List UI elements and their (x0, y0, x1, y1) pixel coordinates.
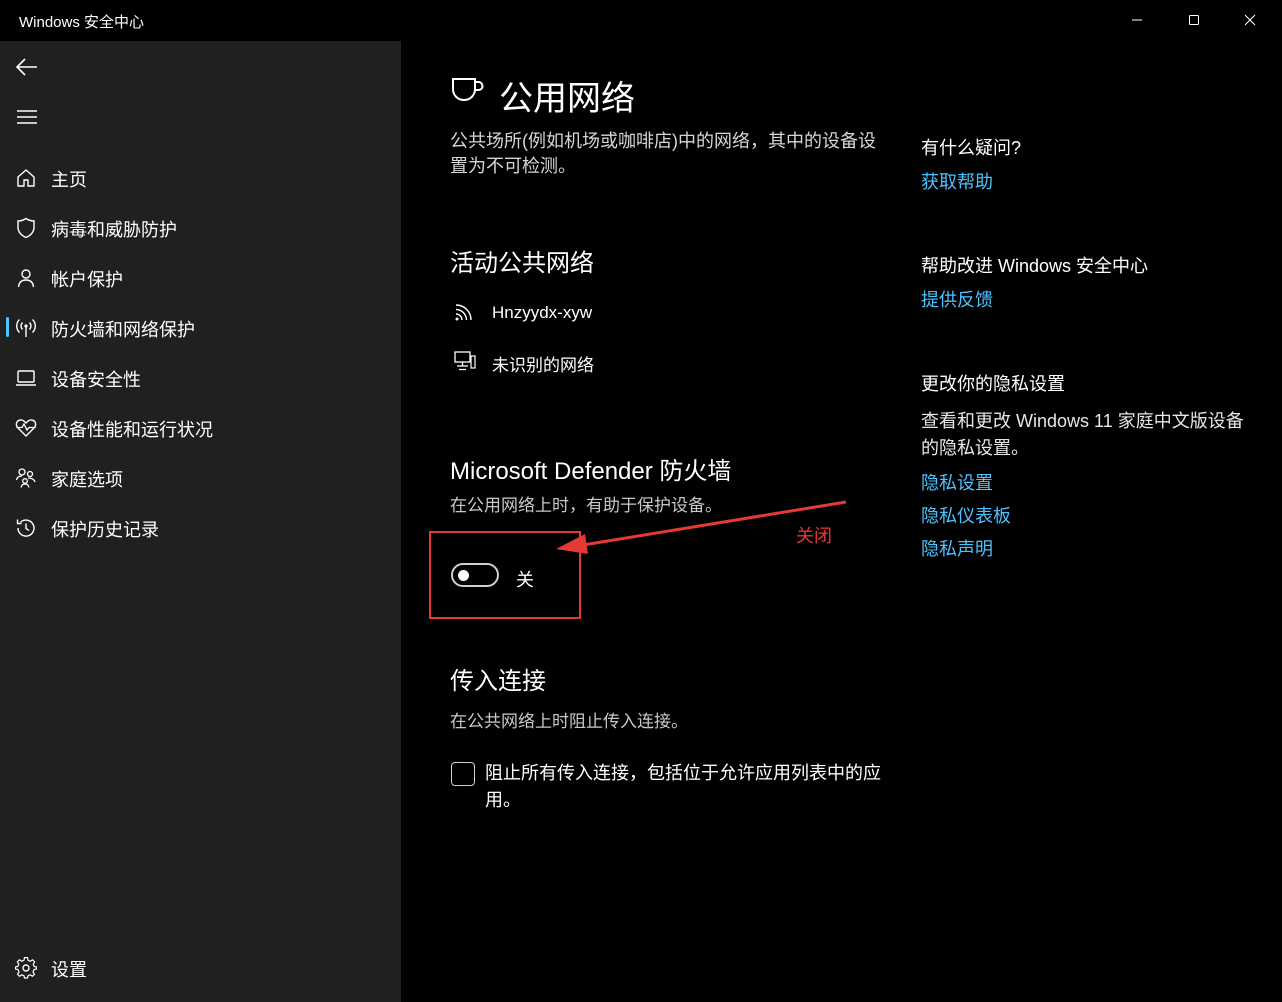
annotation-highlight-box (429, 531, 581, 619)
firewall-subtitle: 在公用网络上时，有助于保护设备。 (450, 496, 722, 515)
sidebar-item-virus-protection[interactable]: 病毒和威胁防护 (0, 207, 401, 247)
sidebar-item-label: 主页 (51, 170, 87, 190)
privacy-statement-link[interactable]: 隐私声明 (921, 535, 993, 561)
hamburger-icon (17, 110, 37, 124)
close-icon (1244, 14, 1256, 26)
privacy-dashboard-link[interactable]: 隐私仪表板 (921, 502, 1011, 528)
family-icon (15, 467, 37, 489)
main-content: 公用网络 公共场所(例如机场或咖啡店)中的网络，其中的设备设置为不可检测。 活动… (401, 41, 1282, 1002)
title-bar: Windows 安全中心 (0, 0, 1282, 41)
selected-indicator (6, 317, 9, 337)
shield-icon (15, 217, 37, 239)
questions-heading: 有什么疑问? (921, 138, 1022, 158)
minimize-button[interactable] (1109, 0, 1165, 40)
network-name: 未识别的网络 (492, 356, 594, 375)
wifi-icon (454, 304, 476, 324)
sidebar-item-device-security[interactable]: 设备安全性 (0, 357, 401, 397)
privacy-text: 查看和更改 Windows 11 家庭中文版设备的隐私设置。 (921, 411, 1244, 458)
annotation-label: 关闭 (796, 526, 832, 546)
sidebar-item-label: 设备安全性 (51, 370, 141, 390)
sidebar: 主页 病毒和威胁防护 帐户保护 防火墙和网络保护 设备安全性 设备性能和运行状况 (0, 41, 401, 1002)
sidebar-item-label: 病毒和威胁防护 (51, 220, 177, 240)
incoming-subtitle: 在公共网络上时阻止传入连接。 (450, 712, 688, 731)
back-arrow-icon (16, 58, 37, 76)
network-name: Hnzyydx-xyw (492, 303, 593, 322)
sidebar-item-label: 帐户保护 (51, 270, 123, 290)
firewall-heading: Microsoft Defender 防火墙 (450, 458, 732, 485)
sidebar-item-protection-history[interactable]: 保护历史记录 (0, 507, 401, 547)
home-icon (15, 167, 37, 189)
privacy-settings-link[interactable]: 隐私设置 (921, 469, 993, 495)
sidebar-item-settings[interactable]: 设置 (0, 947, 401, 987)
sidebar-item-device-performance[interactable]: 设备性能和运行状况 (0, 407, 401, 447)
maximize-icon (1189, 15, 1199, 25)
antenna-icon (15, 317, 37, 339)
sidebar-item-label: 防火墙和网络保护 (51, 320, 195, 340)
sidebar-item-firewall[interactable]: 防火墙和网络保护 (0, 307, 401, 347)
coffee-cup-icon (451, 76, 485, 106)
sidebar-item-account-protection[interactable]: 帐户保护 (0, 257, 401, 297)
sidebar-item-family-options[interactable]: 家庭选项 (0, 457, 401, 497)
page-title: 公用网络 (499, 80, 635, 118)
back-button[interactable] (14, 55, 40, 79)
wired-network-icon (454, 351, 476, 371)
get-help-link[interactable]: 获取帮助 (921, 168, 993, 194)
maximize-button[interactable] (1166, 0, 1222, 40)
menu-button[interactable] (14, 106, 40, 128)
minimize-icon (1132, 19, 1142, 21)
sidebar-item-label: 保护历史记录 (51, 520, 159, 540)
incoming-heading: 传入连接 (450, 668, 546, 695)
heart-pulse-icon (15, 417, 37, 439)
sidebar-item-label: 设置 (51, 960, 87, 980)
sidebar-item-label: 家庭选项 (51, 470, 123, 490)
sidebar-item-home[interactable]: 主页 (0, 157, 401, 197)
person-icon (15, 267, 37, 289)
feedback-link[interactable]: 提供反馈 (921, 286, 993, 312)
laptop-icon (15, 367, 37, 389)
active-networks-heading: 活动公共网络 (450, 250, 594, 277)
block-incoming-label: 阻止所有传入连接，包括位于允许应用列表中的应用。 (485, 763, 881, 810)
page-description: 公共场所(例如机场或咖啡店)中的网络，其中的设备设置为不可检测。 (450, 131, 876, 176)
window-title: Windows 安全中心 (19, 14, 145, 31)
gear-icon (15, 957, 37, 979)
history-icon (15, 517, 37, 539)
sidebar-item-label: 设备性能和运行状况 (51, 420, 213, 440)
block-incoming-checkbox[interactable] (451, 762, 475, 786)
close-button[interactable] (1222, 0, 1278, 40)
privacy-heading: 更改你的隐私设置 (921, 374, 1065, 394)
improve-heading: 帮助改进 Windows 安全中心 (921, 256, 1149, 276)
